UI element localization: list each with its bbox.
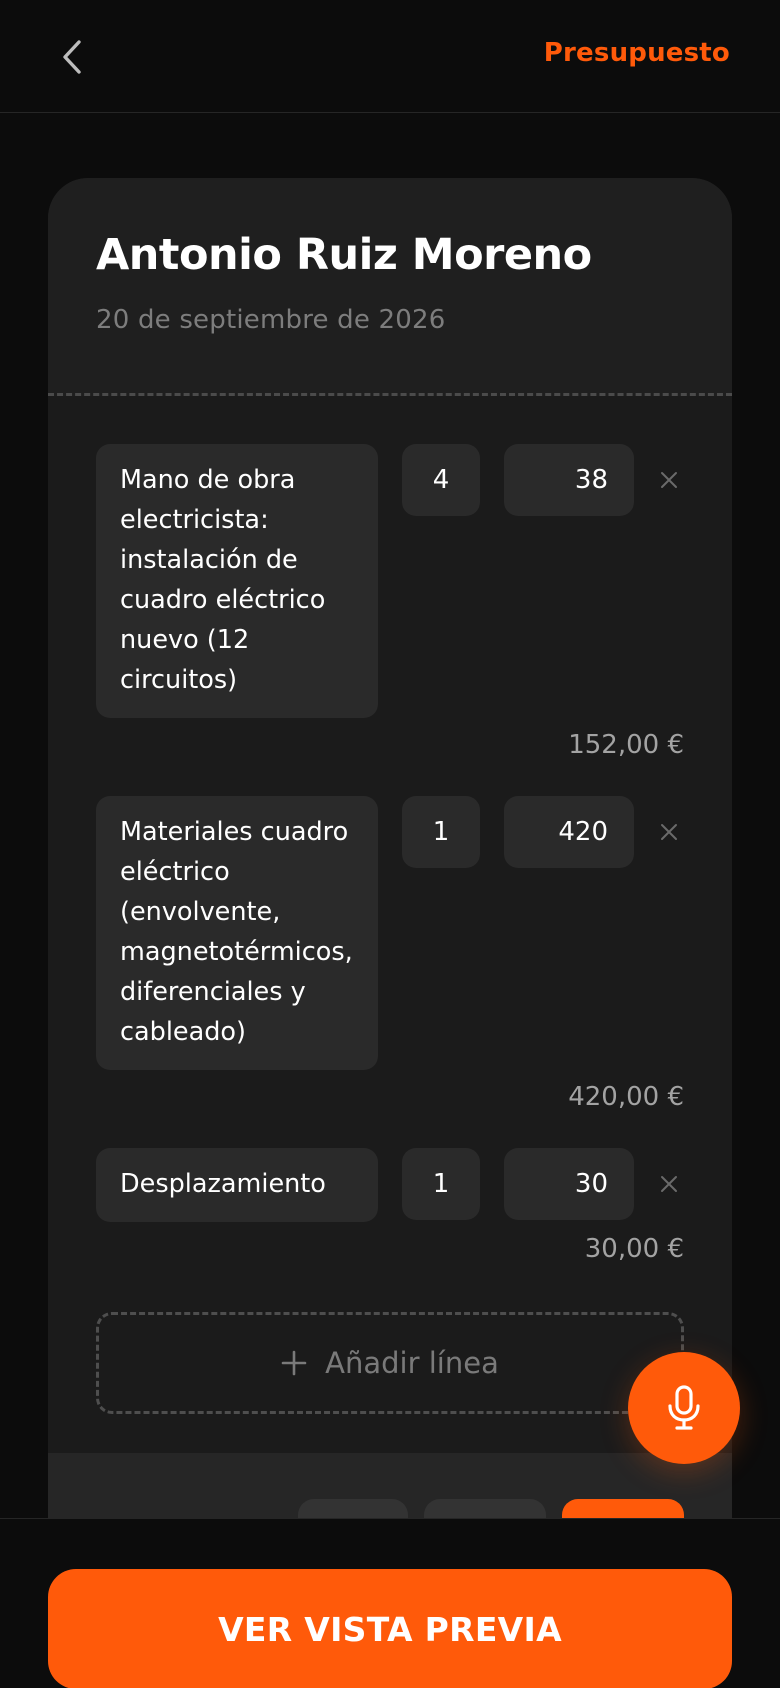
top-bar: Presupuesto [0,0,780,113]
remove-line-button[interactable] [654,796,684,868]
add-line-label: Añadir línea [325,1346,499,1380]
close-icon [661,824,677,840]
line-price-input[interactable]: 420 [504,796,634,868]
line-total: 30,00 € [584,1234,684,1264]
chevron-left-icon [63,40,81,74]
line-price-input[interactable]: 30 [504,1148,634,1220]
preview-button[interactable]: VER VISTA PREVIA [48,1569,732,1688]
line-quantity-input[interactable]: 1 [402,796,480,868]
quote-editor-screen: Presupuesto Antonio Ruiz Moreno 20 de se… [0,0,780,1688]
line-total: 152,00 € [568,730,684,760]
client-name: Antonio Ruiz Moreno [96,230,592,280]
line-description-input[interactable]: Materiales cuadro eléctrico (envolvente,… [96,796,378,1070]
line-item: Desplazamiento 1 30 30,00 € [96,1148,684,1264]
close-icon [661,1176,677,1192]
quote-card: Antonio Ruiz Moreno 20 de septiembre de … [48,178,732,1578]
microphone-icon [668,1385,700,1430]
line-total: 420,00 € [568,1082,684,1112]
add-line-button[interactable]: Añadir línea [96,1312,684,1414]
quote-date: 20 de septiembre de 2026 [96,305,446,336]
bottom-action-bar: VER VISTA PREVIA [0,1518,780,1688]
remove-line-button[interactable] [654,444,684,516]
voice-input-button[interactable] [628,1352,740,1464]
line-items: Mano de obra electricista: instalación d… [48,396,732,1264]
remove-line-button[interactable] [654,1148,684,1220]
plus-icon [281,1350,307,1376]
line-item: Mano de obra electricista: instalación d… [96,444,684,760]
line-quantity-input[interactable]: 1 [402,1148,480,1220]
line-description-input[interactable]: Mano de obra electricista: instalación d… [96,444,378,718]
line-price-input[interactable]: 38 [504,444,634,516]
line-item: Materiales cuadro eléctrico (envolvente,… [96,796,684,1112]
close-icon [661,472,677,488]
quote-header: Antonio Ruiz Moreno 20 de septiembre de … [48,178,732,396]
line-quantity-input[interactable]: 4 [402,444,480,516]
line-description-input[interactable]: Desplazamiento [96,1148,378,1222]
page-title: Presupuesto [543,38,730,68]
back-button[interactable] [52,34,92,80]
